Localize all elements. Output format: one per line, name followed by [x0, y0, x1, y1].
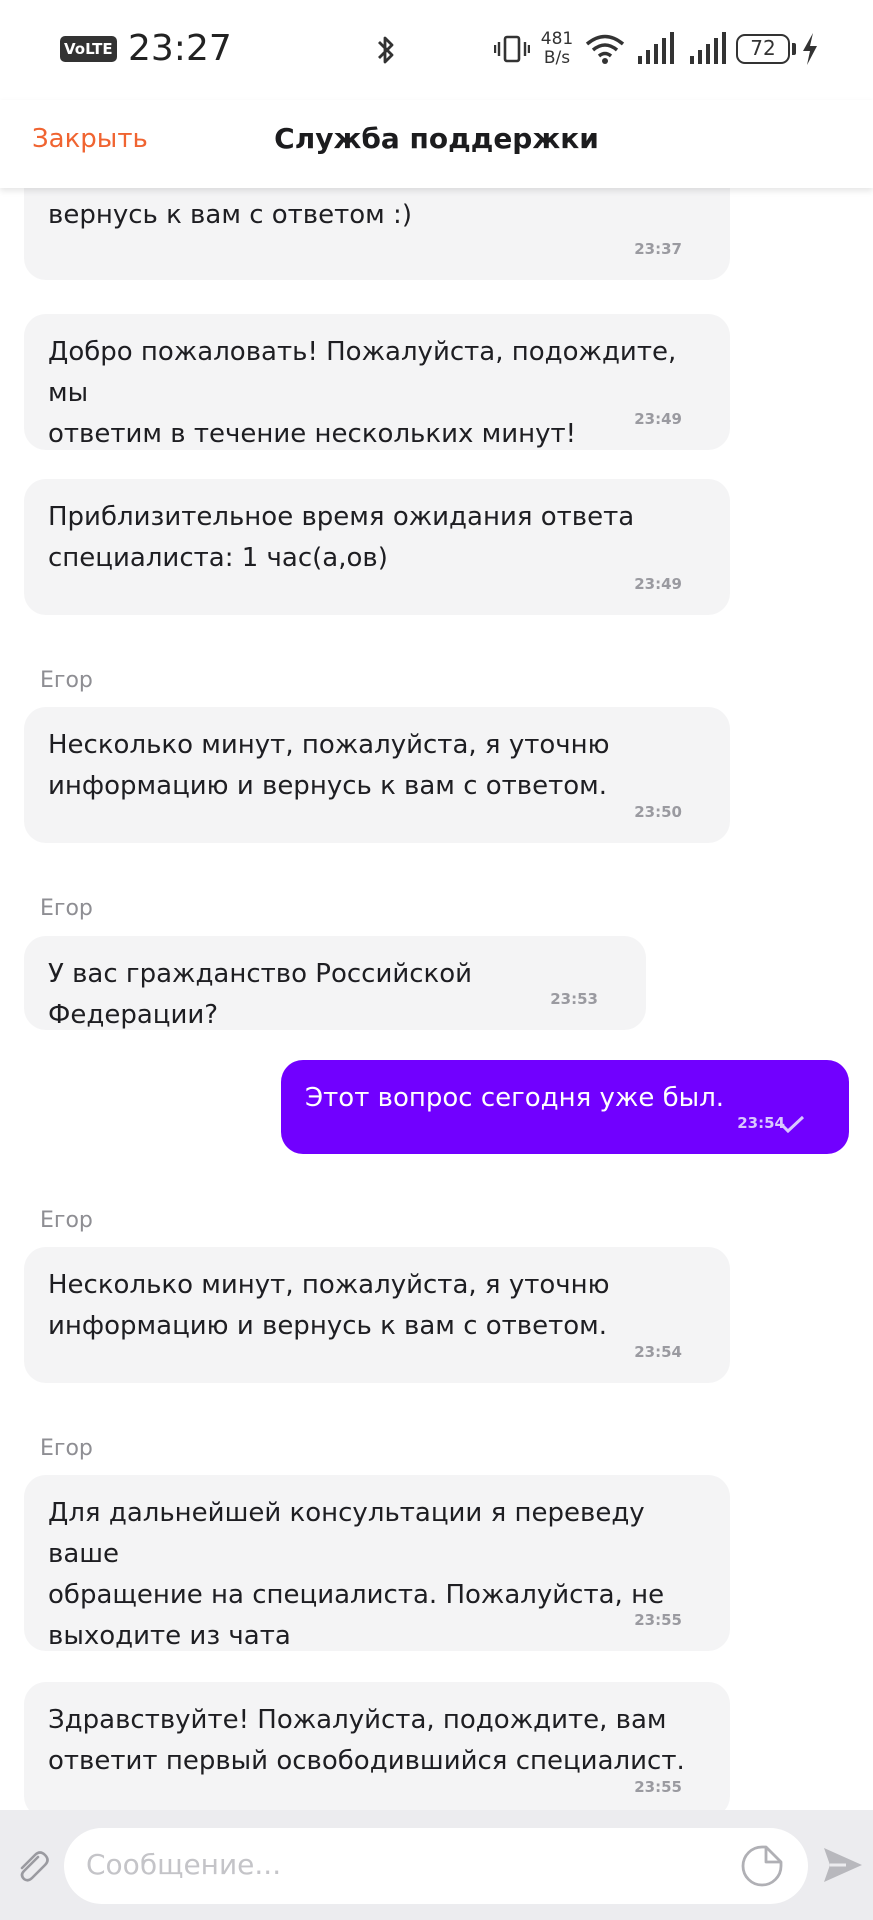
sender-name: Егор [40, 896, 93, 921]
message-text: Здравствуйте! Сейчас проверю информацию … [48, 188, 695, 230]
read-check-icon [779, 1115, 805, 1134]
wifi-icon [585, 34, 625, 64]
status-time: 23:27 [128, 28, 232, 69]
message-bubble: Несколько минут, пожалуйста, я уточню ин… [24, 707, 730, 843]
message-time: 23:50 [634, 803, 682, 821]
message-time: 23:54 [737, 1114, 785, 1132]
attach-icon[interactable] [14, 1848, 50, 1884]
network-speed-unit: B/s [543, 48, 571, 68]
message-bubble: Несколько минут, пожалуйста, я уточню ин… [24, 1247, 730, 1383]
message-composer: Сообщение... [0, 1810, 873, 1920]
vibrate-icon [494, 35, 530, 63]
message-input[interactable]: Сообщение... [64, 1828, 808, 1904]
sticker-icon[interactable] [740, 1844, 784, 1888]
message-time: 23:55 [634, 1611, 682, 1629]
message-time: 23:53 [550, 990, 598, 1008]
send-icon[interactable] [822, 1846, 864, 1884]
message-text: Здравствуйте! Пожалуйста, подождите, вам… [48, 1705, 685, 1776]
message-text: Приблизительное время ожидания ответа сп… [48, 502, 635, 573]
page-title: Служба поддержки [274, 122, 599, 155]
chat-list[interactable]: Здравствуйте! Сейчас проверю информацию … [0, 188, 873, 1810]
app-header: Закрыть Служба поддержки [0, 100, 873, 188]
outgoing-message-bubble: Этот вопрос сегодня уже был. 23:54 [281, 1060, 849, 1154]
bluetooth-icon [378, 36, 394, 64]
message-text: Для дальнейшей консультации я переведу в… [48, 1498, 665, 1651]
message-text: Несколько минут, пожалуйста, я уточню ин… [48, 730, 610, 801]
message-text: Добро пожаловать! Пожалуйста, подождите,… [48, 337, 677, 449]
message-text: Этот вопрос сегодня уже был. [305, 1083, 725, 1113]
volte-icon: VoLTE [60, 36, 117, 62]
message-time: 23:37 [634, 240, 682, 258]
status-bar: VoLTE 23:27 481 B/s 72 [0, 0, 873, 100]
network-speed-value: 481 [540, 29, 574, 49]
message-time: 23:54 [634, 1343, 682, 1361]
charging-icon [803, 33, 817, 65]
signal-icon-2 [690, 32, 726, 64]
network-speed: 481 B/s [540, 30, 574, 68]
message-input-placeholder: Сообщение... [86, 1848, 282, 1881]
message-bubble: У вас гражданство Российской Федерации? … [24, 936, 646, 1030]
message-time: 23:49 [634, 575, 682, 593]
battery-icon: 72 [736, 34, 790, 64]
message-bubble: Для дальнейшей консультации я переведу в… [24, 1475, 730, 1651]
message-bubble: Здравствуйте! Пожалуйста, подождите, вам… [24, 1682, 730, 1810]
message-time: 23:49 [634, 410, 682, 428]
message-bubble: Добро пожаловать! Пожалуйста, подождите,… [24, 314, 730, 450]
sender-name: Егор [40, 1436, 93, 1461]
battery-tip [792, 43, 796, 55]
message-text: Несколько минут, пожалуйста, я уточню ин… [48, 1270, 610, 1341]
message-bubble: Здравствуйте! Сейчас проверю информацию … [24, 188, 730, 280]
message-text: У вас гражданство Российской Федерации? [48, 959, 473, 1030]
signal-icon [638, 32, 674, 64]
message-bubble: Приблизительное время ожидания ответа сп… [24, 479, 730, 615]
sender-name: Егор [40, 668, 93, 693]
message-time: 23:55 [634, 1778, 682, 1796]
sender-name: Егор [40, 1208, 93, 1233]
